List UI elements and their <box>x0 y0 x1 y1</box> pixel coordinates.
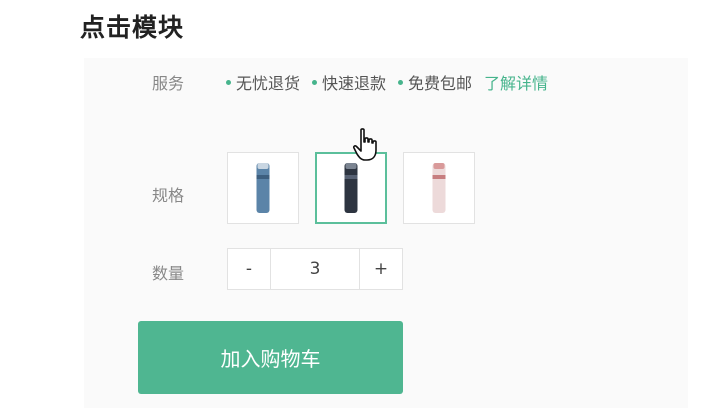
spec-option-pink[interactable] <box>403 152 475 224</box>
blue-bottle-image <box>256 163 270 213</box>
bullet-dot-icon <box>226 79 231 85</box>
add-to-cart-button[interactable]: 加入购物车 <box>138 321 403 394</box>
bottle-band <box>344 175 358 179</box>
bottle-cap <box>345 163 357 169</box>
spec-option-black[interactable] <box>315 152 387 224</box>
bottle-cap <box>257 163 269 169</box>
page-title: 点击模块 <box>80 13 185 42</box>
learn-more-link[interactable]: 了解详情 <box>484 70 548 94</box>
bottle-band <box>256 175 270 179</box>
service-label: 服务 <box>152 74 185 93</box>
service-item-text: 免费包邮 <box>408 74 473 93</box>
product-panel: 服务 无忧退货 快速退款 免费包邮 了解详情 规格 数量 - 3 + 加入购物车 <box>84 58 688 408</box>
decrease-button[interactable]: - <box>228 249 270 289</box>
service-item-text: 无忧退货 <box>236 74 301 93</box>
service-list: 无忧退货 快速退款 免费包邮 了解详情 <box>226 70 548 94</box>
bullet-dot-icon <box>312 79 318 85</box>
quantity-value[interactable]: 3 <box>270 249 360 289</box>
service-item: 免费包邮 <box>398 70 472 94</box>
bottle-band <box>432 175 446 179</box>
hand-pointer-icon <box>352 128 377 161</box>
black-bottle-image <box>344 163 358 213</box>
service-item: 快速退款 <box>312 70 386 94</box>
increase-button[interactable]: + <box>360 249 402 289</box>
bottle-cap <box>433 163 445 169</box>
service-item-text: 快速退款 <box>322 74 387 93</box>
quantity-label: 数量 <box>152 264 185 283</box>
quantity-stepper: - 3 + <box>227 248 403 290</box>
bullet-dot-icon <box>398 79 404 85</box>
pink-bottle-image <box>432 163 446 213</box>
spec-option-blue[interactable] <box>227 152 299 224</box>
service-item: 无忧退货 <box>226 70 300 94</box>
spec-label: 规格 <box>152 186 185 205</box>
